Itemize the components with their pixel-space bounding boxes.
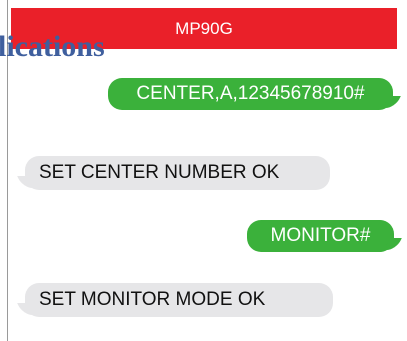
- chat-title: MP90G: [175, 18, 233, 38]
- message-text: SET CENTER NUMBER OK: [39, 162, 280, 183]
- outgoing-message-bubble: CENTER,A,12345678910#: [108, 78, 393, 110]
- background-heading-fragment: lications: [0, 30, 105, 63]
- message-text: CENTER,A,12345678910#: [136, 83, 365, 104]
- message-text: MONITOR#: [270, 225, 371, 246]
- incoming-message-bubble: SET MONITOR MODE OK: [25, 283, 333, 317]
- message-text: SET MONITOR MODE OK: [39, 289, 266, 310]
- incoming-message-bubble: SET CENTER NUMBER OK: [25, 156, 330, 190]
- outgoing-message-bubble: MONITOR#: [247, 220, 394, 252]
